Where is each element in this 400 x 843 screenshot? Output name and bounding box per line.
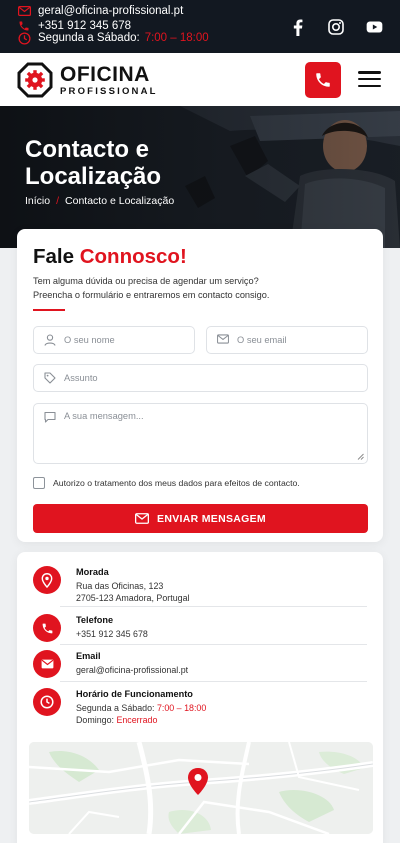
- title-divider: [33, 309, 65, 311]
- envelope-icon: [135, 513, 150, 524]
- email-field[interactable]: O seu email: [206, 326, 368, 354]
- hours-sunday-value: Encerrado: [116, 715, 158, 725]
- email-value[interactable]: geral@oficina-profissional.pt: [76, 664, 188, 677]
- hamburger-menu-icon[interactable]: [358, 68, 381, 90]
- topbar-email[interactable]: geral@oficina-profissional.pt: [17, 5, 183, 17]
- topbar-phone-text: +351 912 345 678: [38, 20, 132, 32]
- address-line1: Rua das Oficinas, 123: [76, 580, 164, 591]
- breadcrumb-home-link[interactable]: Início: [25, 195, 50, 207]
- topbar-hours-label: Segunda a Sábado:: [38, 32, 140, 44]
- phone-icon: [17, 20, 31, 32]
- breadcrumb-current: Contacto e Localização: [65, 195, 175, 207]
- subject-field[interactable]: Assunto: [33, 364, 368, 392]
- clock-icon: [17, 31, 31, 45]
- contact-form-card: Fale Connosco! Tem alguma dúvida ou prec…: [17, 229, 383, 542]
- logo-gear-icon: [17, 62, 53, 98]
- logo-title: OFICINA: [60, 62, 150, 86]
- address-item: Morada Rua das Oficinas, 123 2705-123 Am…: [33, 566, 367, 606]
- breadcrumb-separator: /: [56, 195, 60, 207]
- hours-sunday-label: Domingo:: [76, 715, 114, 725]
- address-title: Morada: [76, 567, 109, 577]
- form-description-line1: Tem alguma dúvida ou precisa de agendar …: [33, 276, 259, 286]
- divider: [60, 606, 367, 607]
- divider: [60, 681, 367, 682]
- phone-value[interactable]: +351 912 345 678: [76, 628, 148, 641]
- subject-placeholder: Assunto: [64, 373, 98, 383]
- hours-item: Horário de Funcionamento Segunda a Sábad…: [33, 688, 367, 728]
- consent-label: Autorizo o tratamento dos meus dados par…: [53, 478, 300, 488]
- form-title-accent: Connosco!: [79, 245, 187, 268]
- hours-weekday: Segunda a Sábado: 7:00 – 18:00: [76, 702, 206, 715]
- message-placeholder: A sua mensagem...: [64, 411, 144, 421]
- topbar-hours-value: 7:00 – 18:00: [144, 32, 209, 44]
- youtube-icon[interactable]: [364, 17, 384, 37]
- phone-item: Telefone +351 912 345 678: [33, 614, 367, 642]
- hours-weekday-label: Segunda a Sábado:: [76, 702, 155, 713]
- resize-handle-icon[interactable]: [357, 453, 364, 460]
- location-pin-icon: [33, 566, 61, 594]
- location-map[interactable]: [29, 742, 373, 834]
- form-description: Tem alguma dúvida ou precisa de agendar …: [33, 274, 363, 302]
- topbar-email-text: geral@oficina-profissional.pt: [38, 5, 184, 17]
- form-title: Fale Connosco!: [33, 245, 187, 269]
- hours-weekday-value: 7:00 – 18:00: [156, 702, 207, 713]
- logo[interactable]: OFICINA PROFISSIONAL: [17, 62, 158, 98]
- email-item: Email geral@oficina-profissional.pt: [33, 650, 367, 678]
- chat-bubble-icon: [44, 411, 56, 423]
- address-line2: 2705-123 Amadora, Portugal: [76, 593, 190, 603]
- email-title: Email: [76, 651, 101, 661]
- breadcrumb: Início / Contacto e Localização: [25, 195, 174, 207]
- clock-icon: [33, 688, 61, 716]
- tag-icon: [44, 372, 56, 384]
- contact-info-card: Morada Rua das Oficinas, 123 2705-123 Am…: [17, 552, 383, 843]
- social-links: [288, 17, 384, 37]
- consent-checkbox[interactable]: [33, 477, 45, 489]
- consent-checkbox-row[interactable]: Autorizo o tratamento dos meus dados par…: [33, 477, 300, 489]
- page-hero: Contacto e Localização Início / Contacto…: [0, 106, 400, 248]
- send-message-button[interactable]: ENVIAR MENSAGEM: [33, 504, 368, 533]
- divider: [60, 644, 367, 645]
- name-placeholder: O seu nome: [64, 335, 115, 345]
- hours-title: Horário de Funcionamento: [76, 689, 193, 699]
- message-field[interactable]: A sua mensagem...: [33, 403, 368, 464]
- email-placeholder: O seu email: [237, 335, 287, 345]
- hours-sunday: Domingo: Encerrado: [76, 714, 206, 727]
- phone-icon: [33, 614, 61, 642]
- facebook-icon[interactable]: [288, 17, 308, 37]
- main-header: OFICINA PROFISSIONAL: [0, 53, 400, 106]
- instagram-icon[interactable]: [326, 17, 346, 37]
- form-title-main: Fale: [33, 245, 75, 268]
- send-message-label: ENVIAR MENSAGEM: [157, 512, 266, 525]
- envelope-icon: [17, 5, 31, 17]
- topbar-hours: Segunda a Sábado: 7:00 – 18:00: [17, 31, 209, 45]
- logo-subtitle: PROFISSIONAL: [60, 85, 158, 97]
- top-bar: geral@oficina-profissional.pt +351 912 3…: [0, 0, 400, 53]
- envelope-icon: [33, 650, 61, 678]
- map-canvas: [29, 742, 373, 834]
- phone-title: Telefone: [76, 615, 114, 625]
- name-field[interactable]: O seu nome: [33, 326, 195, 354]
- form-description-line2: Preencha o formulário e entraremos em co…: [33, 290, 270, 300]
- topbar-phone[interactable]: +351 912 345 678: [17, 20, 131, 32]
- envelope-icon: [217, 334, 229, 346]
- page-title: Contacto e Localização: [25, 136, 162, 190]
- phone-icon: [316, 73, 330, 87]
- user-icon: [44, 334, 56, 346]
- call-button[interactable]: [305, 62, 341, 98]
